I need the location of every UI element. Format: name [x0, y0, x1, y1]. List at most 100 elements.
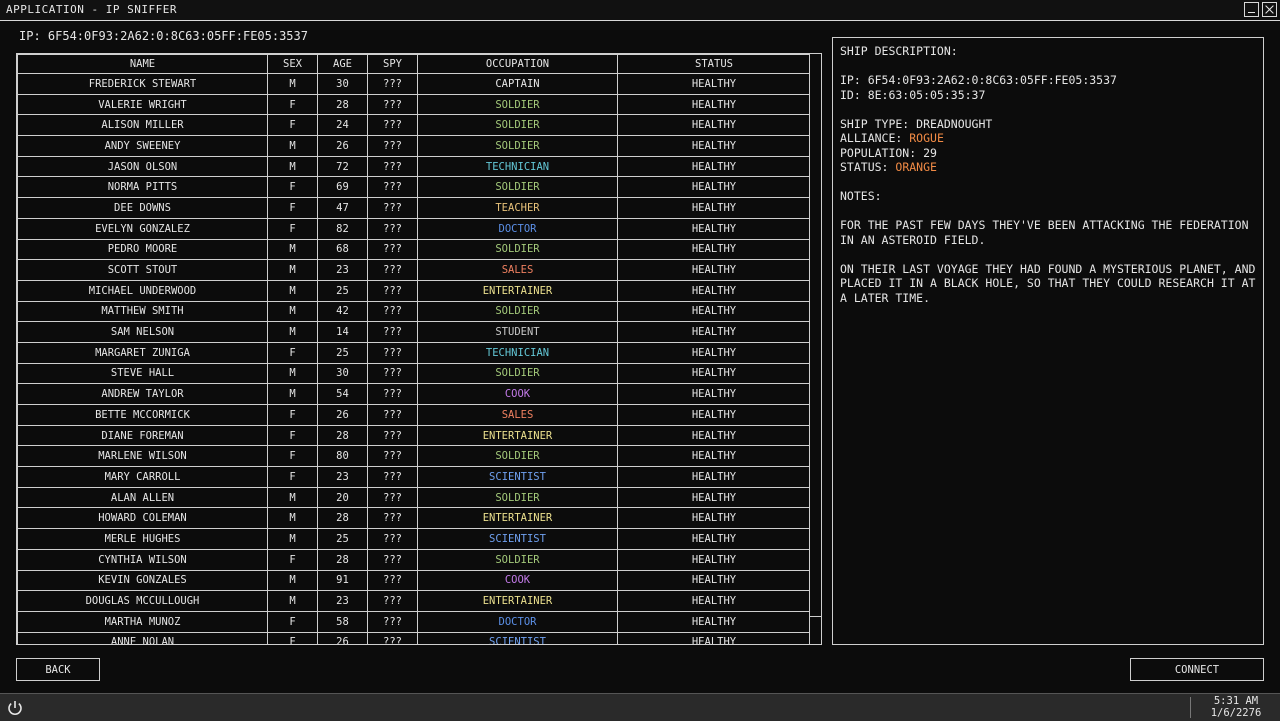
note-2: ON THEIR LAST VOYAGE THEY HAD FOUND A MY… — [840, 261, 1256, 305]
cell-sex: M — [267, 238, 318, 261]
table-row[interactable]: HOWARD COLEMAN M 28??? ENTERTAINER HEALTHY — [17, 507, 811, 530]
table-row[interactable]: PEDRO MOORE M 68??? SOLDIER HEALTHY — [17, 238, 811, 261]
table-row[interactable]: DEE DOWNS F 47??? TEACHER HEALTHY — [17, 197, 811, 219]
scrollbar-thumb[interactable] — [810, 54, 821, 617]
col-spy[interactable]: SPY — [367, 54, 418, 74]
table-row[interactable]: DIANE FOREMAN F 28??? ENTERTAINER HEALTHY — [17, 424, 811, 447]
table-row[interactable]: MATTHEW SMITH M 42??? SOLDIER HEALTHY — [17, 300, 811, 323]
cell-status: HEALTHY — [617, 73, 811, 95]
cell-status: HEALTHY — [617, 631, 811, 644]
cell-age: 68 — [317, 238, 368, 261]
cell-name: MERLE HUGHES — [17, 528, 268, 550]
table-row[interactable]: BETTE MCCORMICK F 26??? SALES HEALTHY — [17, 404, 811, 426]
clock-date: 1/6/2276 — [1210, 707, 1262, 719]
cell-status: HEALTHY — [617, 466, 811, 488]
cell-spy: ??? — [367, 135, 418, 157]
table-row[interactable]: MERLE HUGHES M 25??? SCIENTIST HEALTHY — [17, 528, 811, 550]
cell-name: PEDRO MOORE — [17, 238, 268, 261]
cell-occupation: SOLDIER — [417, 93, 618, 116]
cell-status: HEALTHY — [617, 507, 811, 530]
cell-sex: M — [267, 321, 318, 343]
cell-sex: M — [267, 507, 318, 530]
cell-spy: ??? — [367, 590, 418, 612]
cell-occupation: SOLDIER — [417, 362, 618, 385]
alliance-label: ALLIANCE: — [840, 131, 910, 145]
ship-alliance: ALLIANCE: ROGUE — [840, 131, 1256, 146]
cell-name: SAM NELSON — [17, 321, 268, 343]
table-row[interactable]: MARGARET ZUNIGA F 25??? TECHNICIAN HEALTHY — [17, 341, 811, 364]
table-row[interactable]: FREDERICK STEWART M 30??? CAPTAIN HEALTHY — [17, 73, 811, 95]
table-row[interactable]: VALERIE WRIGHT F 28??? SOLDIER HEALTHY — [17, 93, 811, 116]
cell-age: 14 — [317, 321, 368, 343]
table-header: NAME SEX AGE SPY OCCUPATION STATUS — [17, 54, 811, 74]
cell-spy: ??? — [367, 300, 418, 323]
cell-sex: M — [267, 383, 318, 405]
table-row[interactable]: NORMA PITTS F 69??? SOLDIER HEALTHY — [17, 176, 811, 199]
table-row[interactable]: MICHAEL UNDERWOOD M 25??? ENTERTAINER HEALTH… — [17, 279, 811, 302]
col-age[interactable]: AGE — [317, 54, 368, 74]
cell-status: HEALTHY — [617, 528, 811, 550]
cell-occupation: SOLDIER — [417, 176, 618, 199]
connect-button[interactable]: CONNECT — [1130, 658, 1264, 681]
table-row[interactable]: ANNE NOLAN F 26??? SCIENTIST HEALTHY — [17, 631, 811, 644]
cell-name: ANDY SWEENEY — [17, 135, 268, 157]
cell-sex: M — [267, 300, 318, 323]
table-row[interactable]: MARY CARROLL F 23??? SCIENTIST HEALTHY — [17, 466, 811, 488]
cell-name: CYNTHIA WILSON — [17, 548, 268, 571]
power-icon[interactable] — [6, 699, 24, 717]
ship-description-panel: SHIP DESCRIPTION: IP: 6F54:0F93:2A62:0:8… — [832, 37, 1264, 645]
table-row[interactable]: SAM NELSON M 14??? STUDENT HEALTHY — [17, 321, 811, 343]
cell-occupation: SOLDIER — [417, 548, 618, 571]
cell-spy: ??? — [367, 321, 418, 343]
table-row[interactable]: ALAN ALLEN M 20??? SOLDIER HEALTHY — [17, 486, 811, 509]
col-occupation[interactable]: OCCUPATION — [417, 54, 618, 74]
table-row[interactable]: CYNTHIA WILSON F 28??? SOLDIER HEALTHY — [17, 548, 811, 571]
cell-status: HEALTHY — [617, 279, 811, 302]
ship-type: SHIP TYPE: DREADNOUGHT — [840, 116, 993, 131]
cell-name: ALISON MILLER — [17, 114, 268, 137]
table-row[interactable]: ANDY SWEENEY M 26??? SOLDIER HEALTHY — [17, 135, 811, 157]
cell-sex: M — [267, 569, 318, 592]
cell-name: ALAN ALLEN — [17, 486, 268, 509]
table-row[interactable]: SCOTT STOUT M 23??? SALES HEALTHY — [17, 259, 811, 281]
cell-occupation: STUDENT — [417, 321, 618, 343]
col-sex[interactable]: SEX — [267, 54, 318, 74]
cell-occupation: COOK — [417, 569, 618, 592]
cell-age: 69 — [317, 176, 368, 199]
table-row[interactable]: ANDREW TAYLOR M 54??? COOK HEALTHY — [17, 383, 811, 405]
table-row[interactable]: DOUGLAS MCCULLOUGH M 23??? ENTERTAINER HEALT… — [17, 590, 811, 612]
cell-status: HEALTHY — [617, 217, 811, 240]
tray-divider — [1190, 697, 1191, 718]
back-button[interactable]: BACK — [16, 658, 100, 681]
cell-name: MARGARET ZUNIGA — [17, 341, 268, 364]
cell-occupation: DOCTOR — [417, 217, 618, 240]
table-scrollbar[interactable] — [809, 54, 821, 644]
table-row[interactable]: STEVE HALL M 30??? SOLDIER HEALTHY — [17, 362, 811, 385]
ship-ip: IP: 6F54:0F93:2A62:0:8C63:05FF:FE05:3537 — [840, 73, 1117, 87]
table-row[interactable]: MARLENE WILSON F 80??? SOLDIER HEALTHY — [17, 445, 811, 468]
col-status[interactable]: STATUS — [617, 54, 811, 74]
cell-occupation: SOLDIER — [417, 114, 618, 137]
table-row[interactable]: MARTHA MUNOZ F 58??? DOCTOR HEALTHY — [17, 610, 811, 633]
cell-occupation: SCIENTIST — [417, 466, 618, 488]
cell-spy: ??? — [367, 528, 418, 550]
cell-spy: ??? — [367, 176, 418, 199]
cell-age: 25 — [317, 279, 368, 302]
cell-occupation: SALES — [417, 404, 618, 426]
cell-spy: ??? — [367, 548, 418, 571]
minimize-icon[interactable] — [1244, 2, 1259, 17]
cell-age: 24 — [317, 114, 368, 137]
ship-status: STATUS: ORANGE — [840, 160, 1256, 175]
cell-name: EVELYN GONZALEZ — [17, 217, 268, 240]
table-row[interactable]: EVELYN GONZALEZ F 82??? DOCTOR HEALTHY — [17, 217, 811, 240]
cell-spy: ??? — [367, 424, 418, 447]
cell-sex: M — [267, 259, 318, 281]
table-row[interactable]: JASON OLSON M 72??? TECHNICIAN HEALTHY — [17, 155, 811, 178]
close-icon[interactable] — [1262, 2, 1277, 17]
col-name[interactable]: NAME — [17, 54, 268, 74]
taskbar: 5:31 AM 1/6/2276 — [0, 693, 1280, 721]
cell-status: HEALTHY — [617, 93, 811, 116]
title-bar: APPLICATION - IP SNIFFER — [0, 0, 1280, 21]
table-row[interactable]: ALISON MILLER F 24??? SOLDIER HEALTHY — [17, 114, 811, 137]
table-row[interactable]: KEVIN GONZALES M 91??? COOK HEALTHY — [17, 569, 811, 592]
